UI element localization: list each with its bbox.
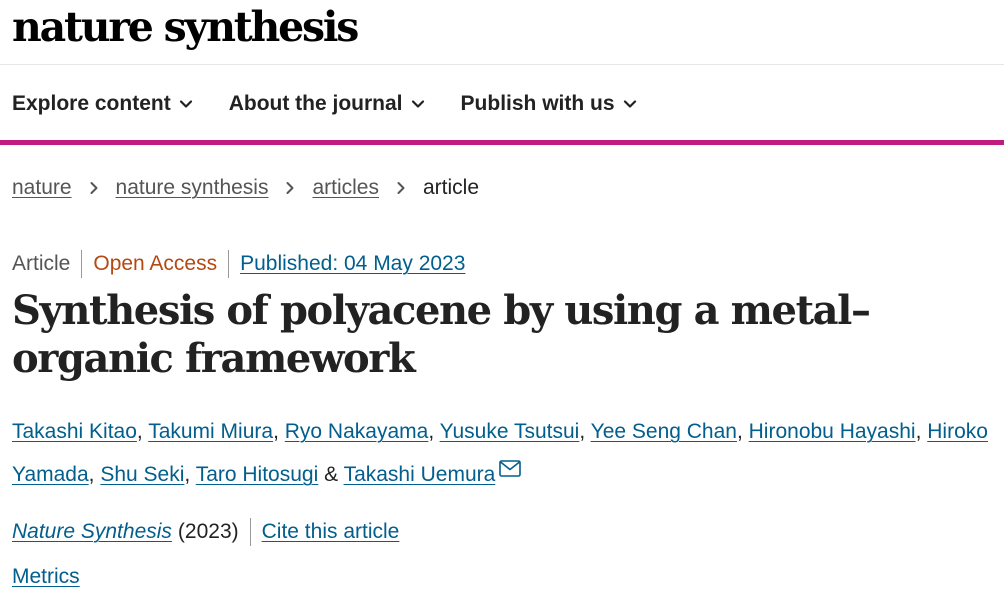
meta-divider (249, 518, 251, 546)
nav-explore-content[interactable]: Explore content (12, 92, 193, 116)
breadcrumb-nature[interactable]: nature (12, 176, 72, 200)
author-link[interactable]: Takashi Uemura (344, 463, 496, 486)
chevron-right-icon (90, 182, 98, 194)
chevron-down-icon (179, 100, 192, 108)
author-separator: , (915, 420, 928, 443)
citation-line: Nature Synthesis (2023) Cite this articl… (12, 515, 399, 549)
logo-text: nature synthesis (12, 3, 359, 51)
cite-this-article-link[interactable]: Cite this article (262, 520, 400, 544)
nav-item-label: Explore content (12, 92, 171, 115)
open-access-badge: Open Access (93, 252, 218, 275)
author-separator: , (88, 463, 101, 486)
breadcrumb-articles[interactable]: articles (312, 176, 379, 200)
meta-divider (81, 250, 83, 278)
site-header: nature synthesis (12, 2, 359, 52)
meta-divider (228, 250, 230, 278)
author-link[interactable]: Taro Hitosugi (196, 463, 319, 486)
author-link[interactable]: Takashi Kitao (12, 420, 137, 443)
metrics-link[interactable]: Metrics (12, 565, 80, 588)
author-separator: , (428, 420, 440, 443)
brand-accent-bar (0, 140, 1004, 145)
metrics-section: Metrics (12, 561, 80, 593)
article-meta: Article Open Access Published: 04 May 20… (12, 248, 465, 280)
nav-publish-with-us[interactable]: Publish with us (461, 92, 637, 116)
breadcrumb-current: article (423, 176, 480, 199)
author-separator: , (736, 420, 749, 443)
article-title: Synthesis of polyacene by using a metal–… (12, 287, 871, 382)
author-link[interactable]: Yee Seng Chan (591, 420, 737, 443)
journal-link[interactable]: Nature Synthesis (12, 520, 172, 544)
author-separator: , (273, 420, 285, 443)
published-date-link[interactable]: Published: 04 May 2023 (240, 252, 465, 276)
main-nav: Explore content About the journal Publis… (12, 86, 673, 122)
author-link[interactable]: Shu Seki (100, 463, 184, 486)
author-separator: & (318, 463, 344, 486)
chevron-right-icon (397, 182, 405, 194)
author-link[interactable]: Takumi Miura (148, 420, 273, 443)
chevron-right-icon (286, 182, 294, 194)
nav-item-label: Publish with us (460, 92, 615, 115)
article-type: Article (12, 252, 71, 275)
envelope-icon[interactable] (499, 460, 522, 477)
author-separator: , (579, 420, 591, 443)
author-list: Takashi Kitao, Takumi Miura, Ryo Nakayam… (12, 410, 997, 496)
author-separator: , (136, 420, 149, 443)
header-divider (0, 64, 1004, 65)
breadcrumb-nature-synthesis[interactable]: nature synthesis (116, 176, 269, 200)
author-link[interactable]: Ryo Nakayama (285, 420, 429, 443)
breadcrumb: nature nature synthesis articles article (12, 172, 479, 204)
chevron-down-icon (623, 100, 636, 108)
nav-about-the-journal[interactable]: About the journal (229, 92, 425, 116)
author-link[interactable]: Hironobu Hayashi (749, 420, 916, 443)
author-link[interactable]: Yusuke Tsutsui (440, 420, 580, 443)
chevron-down-icon (411, 100, 424, 108)
nature-synthesis-logo[interactable]: nature synthesis (12, 3, 359, 51)
nav-item-label: About the journal (228, 92, 403, 115)
author-separator: , (184, 463, 196, 486)
publication-year: (2023) (177, 520, 239, 543)
